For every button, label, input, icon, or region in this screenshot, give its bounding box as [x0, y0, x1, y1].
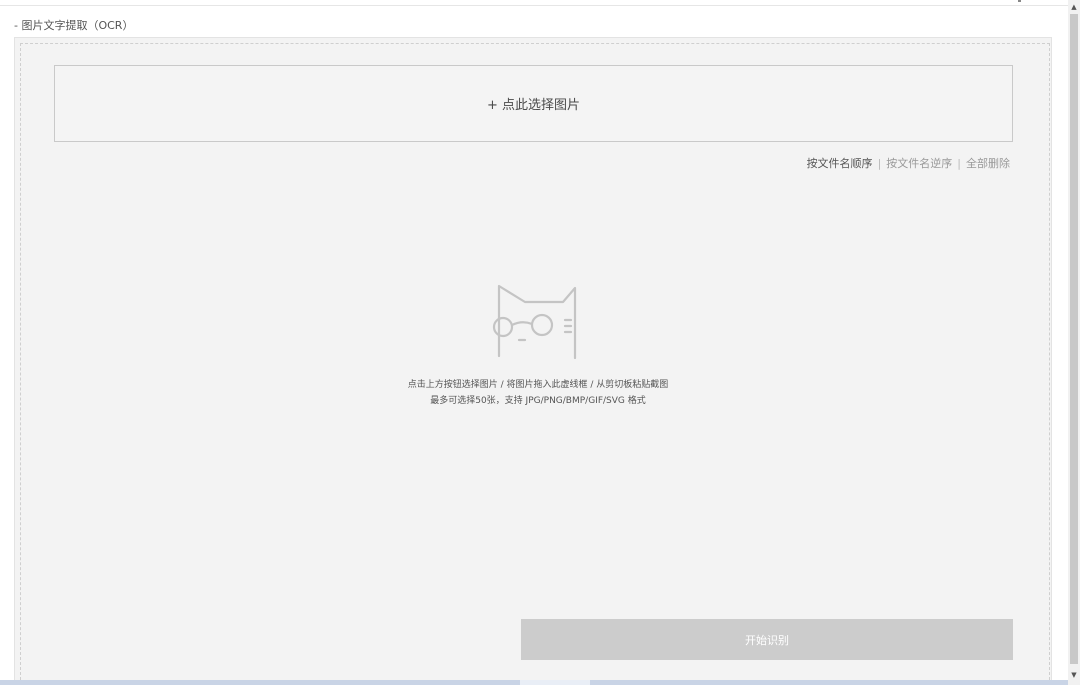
delete-all-link[interactable]: 全部删除 — [966, 157, 1010, 170]
horizontal-scrollbar[interactable] — [0, 680, 1068, 685]
cat-with-glasses-icon — [492, 284, 577, 360]
start-recognition-button[interactable]: 开始识别 — [521, 619, 1013, 660]
top-edge-mark — [1018, 0, 1021, 2]
empty-hint-line1: 点击上方按钮选择图片 / 将图片拖入此虚线框 / 从剪切板粘贴截图 — [407, 380, 669, 390]
scroll-up-arrow-icon[interactable]: ▲ — [1070, 2, 1078, 12]
scroll-down-arrow-icon[interactable]: ▼ — [1070, 670, 1078, 680]
sort-by-name-asc-link[interactable]: 按文件名顺序 — [807, 157, 873, 170]
scroll-thumb[interactable] — [1070, 14, 1078, 664]
horizontal-scroll-thumb[interactable] — [0, 680, 520, 685]
select-image-button[interactable]: + 点此选择图片 — [54, 65, 1013, 142]
top-bar — [0, 0, 1068, 6]
sort-separator: | — [877, 157, 882, 170]
select-image-label: + 点此选择图片 — [486, 98, 581, 113]
sort-links: 按文件名顺序 | 按文件名逆序 | 全部删除 — [807, 155, 1010, 171]
empty-hint-line2: 最多可选择50张，支持 JPG/PNG/BMP/GIF/SVG 格式 — [430, 396, 646, 406]
sort-separator: | — [957, 157, 961, 170]
horizontal-scroll-track-segment — [590, 680, 1068, 685]
sort-by-name-desc-link[interactable]: 按文件名逆序 — [886, 157, 952, 170]
vertical-scrollbar[interactable]: ▲ ▼ — [1068, 0, 1080, 685]
section-title: - 图片文字提取（OCR） — [14, 19, 134, 32]
